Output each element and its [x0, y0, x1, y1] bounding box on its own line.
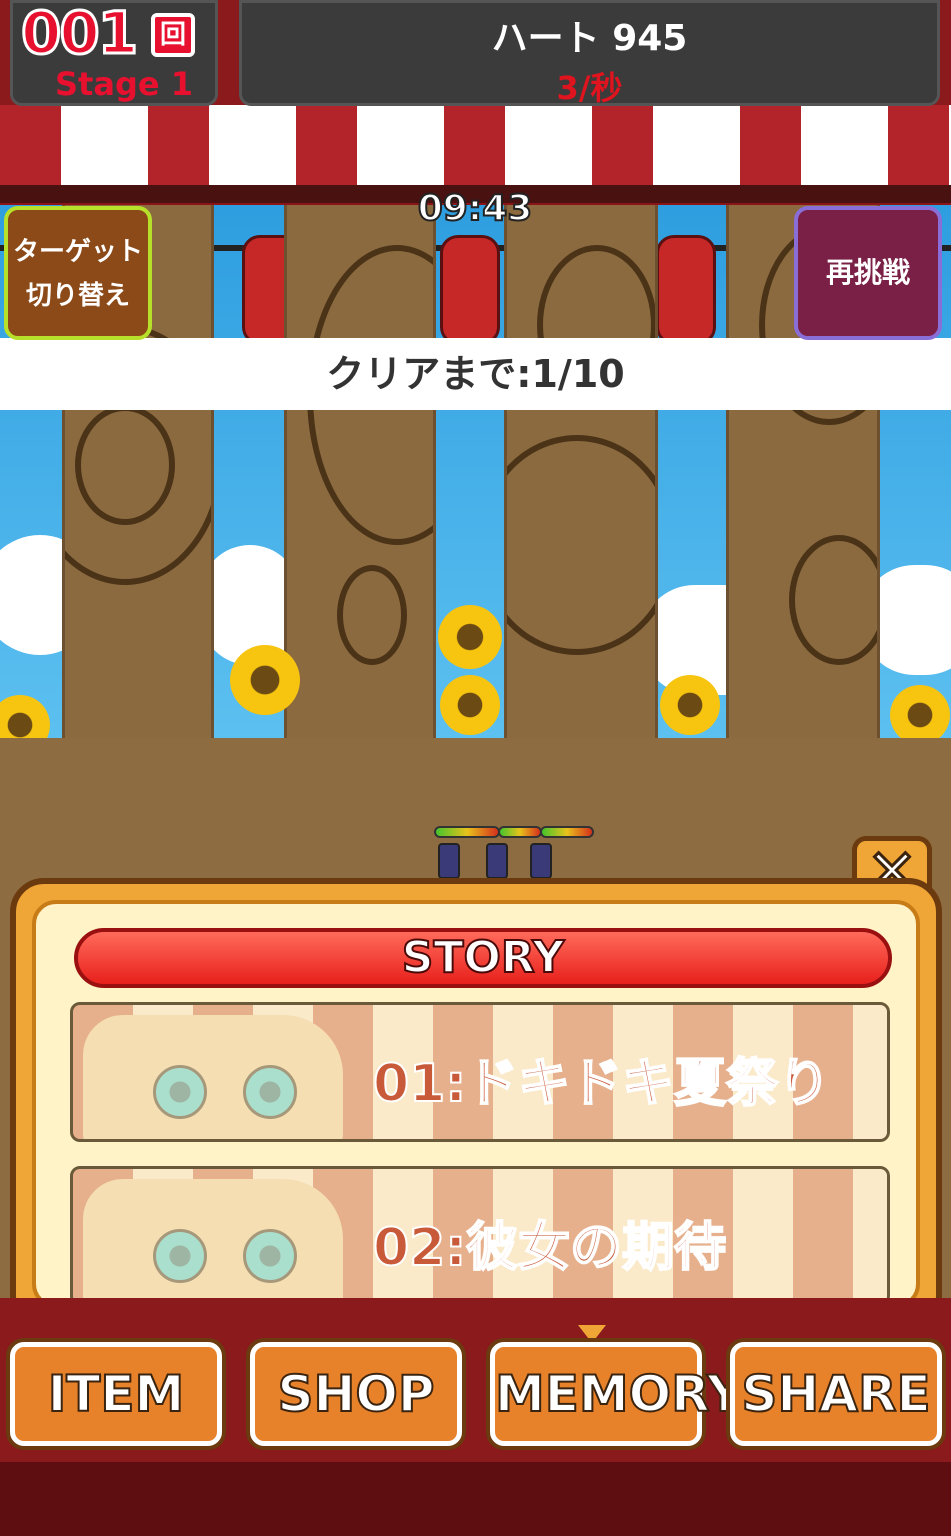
- story-item[interactable]: 02:彼女の期待: [70, 1166, 890, 1302]
- clear-progress: クリアまで:1/10: [0, 338, 951, 410]
- sunflower: [440, 675, 500, 735]
- story-list[interactable]: 01:ドキドキ夏祭り 02:彼女の期待: [70, 1002, 890, 1302]
- wood-grain: [337, 565, 407, 665]
- lantern: [440, 235, 500, 345]
- count-panel: 001 回 Stage 1: [10, 0, 218, 106]
- switch-target-label-2: 切り替え: [25, 281, 130, 311]
- shop-button[interactable]: SHOP: [250, 1342, 462, 1446]
- unit-hp-bar: [498, 826, 542, 838]
- unit-sprite[interactable]: [530, 843, 552, 879]
- count-unit: 回: [151, 13, 195, 57]
- wooden-plank: [284, 205, 436, 738]
- game-timer: 09:43: [417, 187, 534, 230]
- story-panel: STORY 01:ドキドキ夏祭り 02:彼女の期待: [10, 878, 942, 1330]
- wood-grain: [75, 405, 175, 525]
- unit-hp-bar: [540, 826, 594, 838]
- heart-rate: 3/秒: [556, 69, 623, 107]
- lantern: [656, 235, 716, 345]
- sunflower: [438, 605, 502, 669]
- sunflower: [0, 695, 50, 738]
- wooden-plank: [504, 205, 658, 738]
- sunflower: [890, 685, 950, 738]
- stage-label: Stage 1: [55, 65, 193, 103]
- story-header: STORY: [74, 928, 892, 988]
- unit-sprite[interactable]: [486, 843, 508, 879]
- story-item-title: 01:ドキドキ夏祭り: [372, 1053, 831, 1115]
- story-panel-inner: STORY 01:ドキドキ夏祭り 02:彼女の期待: [32, 900, 920, 1308]
- memory-button[interactable]: MEMORY: [490, 1342, 744, 1446]
- heart-panel: ハート 945 3/秒: [239, 0, 940, 107]
- retry-button[interactable]: 再挑戦: [794, 206, 942, 340]
- story-item-title: 02:彼女の期待: [372, 1217, 727, 1279]
- story-item[interactable]: 01:ドキドキ夏祭り: [70, 1002, 890, 1142]
- item-button[interactable]: ITEM: [10, 1342, 222, 1446]
- share-button[interactable]: SHARE: [730, 1342, 942, 1446]
- sunflower: [230, 645, 300, 715]
- count-value: 001: [19, 0, 139, 69]
- unit-hp-bar: [434, 826, 500, 838]
- wood-grain: [789, 535, 877, 665]
- sunflower: [660, 675, 720, 735]
- panel-pointer: [578, 1325, 606, 1343]
- unit-sprite[interactable]: [438, 843, 460, 879]
- awning-stripes: [0, 105, 951, 195]
- wood-grain: [507, 435, 655, 655]
- heart-count: ハート 945: [491, 18, 688, 59]
- switch-target-label-1: ターゲット: [12, 237, 143, 267]
- switch-target-button[interactable]: ターゲット 切り替え: [4, 206, 152, 340]
- bottom-footer: [0, 1462, 951, 1536]
